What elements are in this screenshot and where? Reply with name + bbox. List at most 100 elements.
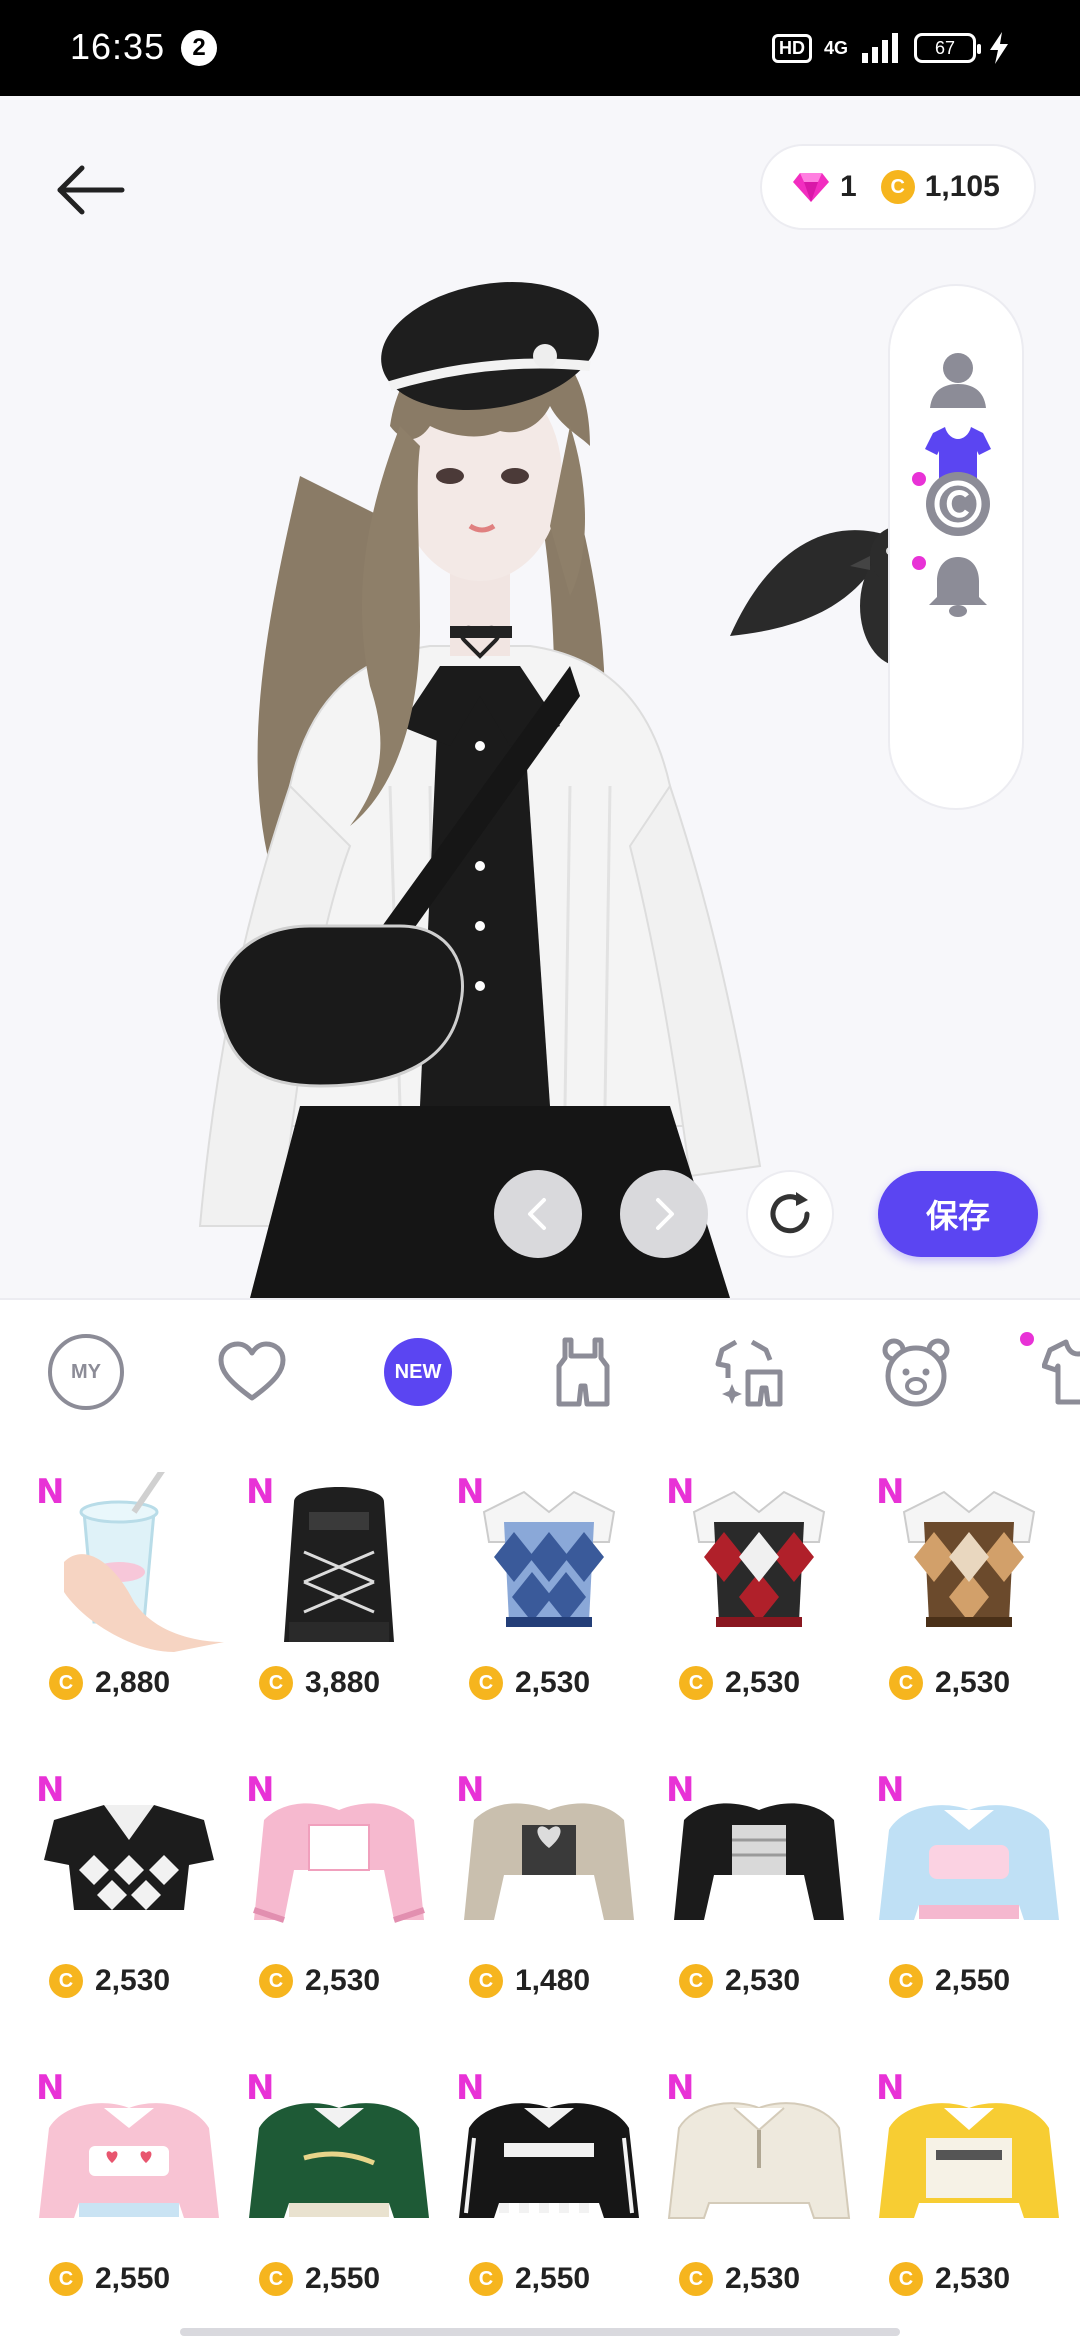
hd-icon: HD (771, 33, 812, 63)
item-price: C 2,550 (889, 1964, 1010, 1998)
tab-tops[interactable] (1040, 1334, 1080, 1410)
avatar-stage[interactable]: 1 C 1,105 保存 (0, 96, 1080, 1298)
item-card[interactable]: N C 2,530 (444, 1442, 654, 1740)
chevron-right-icon (656, 1198, 674, 1230)
tab-my[interactable]: MY (48, 1334, 124, 1410)
item-card[interactable]: N C 3,880 (234, 1442, 444, 1740)
coin-count: 1,105 (924, 170, 1000, 203)
tab-sets[interactable] (712, 1334, 788, 1410)
item-card[interactable]: N C 2,530 (24, 1740, 234, 2038)
item-price: C 2,530 (889, 1666, 1010, 1700)
new-item-badge: N (246, 2068, 275, 2108)
chevron-left-icon (528, 1198, 546, 1230)
items-grid: N C 2,880 N C 3,880 N C 2,530 N C 2,530 … (0, 1442, 1080, 2340)
coin-icon: C (679, 1666, 713, 1700)
price-value: 3,880 (305, 1666, 381, 1699)
item-price: C 2,530 (679, 1964, 800, 1998)
item-card[interactable]: N C 2,530 (864, 1442, 1074, 1740)
price-value: 2,550 (95, 2262, 171, 2295)
coin-icon: C (49, 1666, 83, 1700)
side-btn-notifications[interactable] (918, 546, 998, 626)
item-price: C 1,480 (469, 1964, 590, 1998)
item-card[interactable]: N C 2,550 (24, 2038, 234, 2336)
side-btn-profile[interactable] (918, 338, 998, 418)
coin-icon: C (259, 2262, 293, 2296)
notification-count-badge: 2 (181, 30, 217, 66)
price-value: 2,530 (725, 2262, 801, 2295)
item-price: C 2,530 (49, 1964, 170, 1998)
coin-icon: C (889, 1666, 923, 1700)
item-price: C 2,880 (49, 1666, 170, 1700)
tab-animal[interactable] (878, 1334, 954, 1410)
coin-icon: C (679, 1964, 713, 1998)
new-item-badge: N (666, 2068, 695, 2108)
avatar-character[interactable] (150, 226, 910, 1298)
new-item-badge: N (666, 1770, 695, 1810)
price-value: 2,530 (935, 2262, 1011, 2295)
tab-new[interactable]: NEW (384, 1338, 452, 1406)
gem-icon (793, 173, 829, 202)
price-value: 2,530 (305, 1964, 381, 1997)
battery-icon: 67 (914, 33, 981, 63)
bell-icon (929, 557, 987, 617)
price-value: 2,550 (515, 2262, 591, 2295)
price-value: 2,550 (305, 2262, 381, 2295)
status-bar: 16:35 2 HD 4G 67 (0, 0, 1080, 96)
status-time: 16:35 (70, 26, 166, 67)
new-item-badge: N (36, 2068, 65, 2108)
previous-button[interactable] (494, 1170, 582, 1258)
bear-icon (882, 1338, 950, 1407)
new-item-badge: N (456, 1472, 485, 1512)
refresh-icon (770, 1192, 810, 1234)
coin-icon: C (469, 2262, 503, 2296)
reset-button[interactable] (746, 1170, 834, 1258)
item-price: C 2,530 (679, 1666, 800, 1700)
status-indicators: HD 4G 67 (771, 28, 1010, 68)
item-price: C 2,550 (49, 2262, 170, 2296)
heart-icon (218, 1341, 286, 1401)
charging-icon (990, 32, 1008, 64)
new-item-badge: N (246, 1472, 275, 1512)
save-button[interactable]: 保存 (878, 1171, 1038, 1257)
item-card[interactable]: N C 2,530 (864, 2038, 1074, 2336)
price-value: 2,530 (935, 1666, 1011, 1699)
coin-icon: C (469, 1666, 503, 1700)
gem-count: 1 (840, 170, 857, 203)
new-dot (1020, 1332, 1034, 1346)
coin-icon: C (49, 2262, 83, 2296)
item-price: C 2,550 (259, 2262, 380, 2296)
tab-favorites[interactable] (214, 1334, 290, 1410)
coin-icon: C (259, 1964, 293, 1998)
side-btn-copyright[interactable] (918, 464, 998, 544)
coin-icon: C (259, 1666, 293, 1700)
back-button[interactable] (50, 150, 130, 230)
tshirt-icon (1042, 1339, 1080, 1405)
item-card[interactable]: N C 2,530 (654, 1442, 864, 1740)
item-card[interactable]: N C 2,880 (24, 1442, 234, 1740)
item-price: C 2,530 (469, 1666, 590, 1700)
item-card[interactable]: N C 1,480 (444, 1740, 654, 2038)
item-card[interactable]: N C 2,550 (864, 1740, 1074, 2038)
item-card[interactable]: N C 2,530 (654, 1740, 864, 2038)
currency-balance[interactable]: 1 C 1,105 (760, 144, 1036, 230)
price-value: 2,550 (935, 1964, 1011, 1997)
new-item-badge: N (876, 2068, 905, 2108)
item-card[interactable]: N C 2,530 (234, 1740, 444, 2038)
new-item-badge: N (876, 1472, 905, 1512)
price-value: 2,530 (725, 1964, 801, 1997)
coin-icon: C (49, 1964, 83, 1998)
signal-icon (862, 33, 898, 63)
copyright-icon (926, 472, 990, 536)
new-item-badge: N (36, 1770, 65, 1810)
item-card[interactable]: N C 2,550 (444, 2038, 654, 2336)
tab-outfit[interactable] (545, 1334, 621, 1410)
item-card[interactable]: N C 2,530 (654, 2038, 864, 2336)
new-item-badge: N (876, 1770, 905, 1810)
overalls-icon (556, 1337, 610, 1407)
side-panel (888, 284, 1024, 810)
home-indicator[interactable] (180, 2328, 900, 2336)
back-arrow-icon (57, 165, 125, 215)
next-button[interactable] (620, 1170, 708, 1258)
network-type-label: 4G (823, 37, 848, 58)
item-card[interactable]: N C 2,550 (234, 2038, 444, 2336)
